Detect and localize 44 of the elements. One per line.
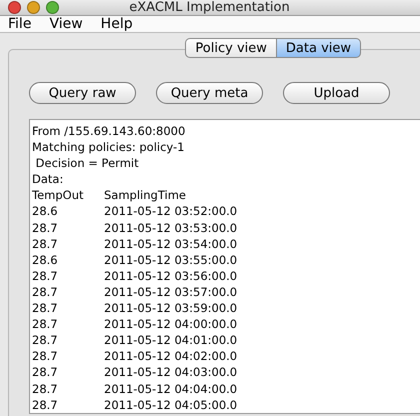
output-line: Decision = Permit	[34, 155, 140, 172]
tab[interactable]: Policy view	[185, 38, 276, 58]
sampling-time: 2011-05-12 04:04:00.0	[104, 380, 238, 397]
temp-value: 28.7	[32, 332, 59, 348]
sampling-time: 2011-05-12 03:55:00.0	[104, 252, 238, 268]
menu-item[interactable]: Help	[100, 16, 133, 32]
column-header: TempOut	[32, 187, 84, 204]
action-button[interactable]: Upload	[283, 82, 390, 104]
menu-item[interactable]: View	[49, 16, 83, 32]
sampling-time: 2011-05-12 04:02:00.0	[104, 348, 238, 364]
sampling-time: 2011-05-12 03:53:00.0	[104, 220, 238, 236]
temp-value: 28.7	[32, 396, 59, 413]
action-button[interactable]: Query meta	[156, 82, 263, 104]
temp-value: 28.7	[32, 284, 59, 300]
menu-item[interactable]: File	[8, 16, 32, 32]
sampling-time: 2011-05-12 03:57:00.0	[104, 284, 238, 300]
temp-value: 28.7	[32, 236, 59, 252]
temp-value: 28.6	[32, 252, 59, 268]
sampling-time: 2011-05-12 04:01:00.0	[104, 332, 238, 348]
sampling-time: 2011-05-12 03:52:00.0	[104, 203, 238, 220]
temp-value: 28.7	[32, 364, 59, 380]
minimize-icon[interactable]	[27, 1, 40, 14]
temp-value: 28.7	[32, 380, 59, 397]
temp-value: 28.7	[32, 348, 59, 364]
temp-value: 28.7	[32, 220, 59, 236]
output-line: Matching policies: policy-1	[32, 139, 186, 156]
temp-value: 28.6	[32, 203, 59, 220]
temp-value: 28.7	[32, 316, 59, 332]
sampling-time: 2011-05-12 03:56:00.0	[104, 268, 238, 284]
sampling-time: 2011-05-12 03:54:00.0	[104, 236, 238, 252]
window-title: eXACML Implementation	[128, 0, 291, 15]
tab[interactable]: Data view	[276, 38, 361, 58]
output-line: From /155.69.143.60:8000	[32, 123, 186, 140]
output-line: Data:	[32, 171, 64, 188]
sampling-time: 2011-05-12 04:00:00.0	[104, 316, 238, 332]
zoom-icon[interactable]	[46, 1, 59, 14]
sampling-time: 2011-05-12 04:05:00.0	[104, 396, 238, 413]
sampling-time: 2011-05-12 03:59:00.0	[104, 300, 238, 316]
temp-value: 28.7	[32, 300, 59, 316]
column-header: SamplingTime	[104, 187, 186, 204]
action-button[interactable]: Query raw	[29, 82, 136, 104]
sampling-time: 2011-05-12 04:03:00.0	[104, 364, 238, 380]
close-icon[interactable]	[8, 1, 21, 14]
temp-value: 28.7	[32, 268, 59, 284]
